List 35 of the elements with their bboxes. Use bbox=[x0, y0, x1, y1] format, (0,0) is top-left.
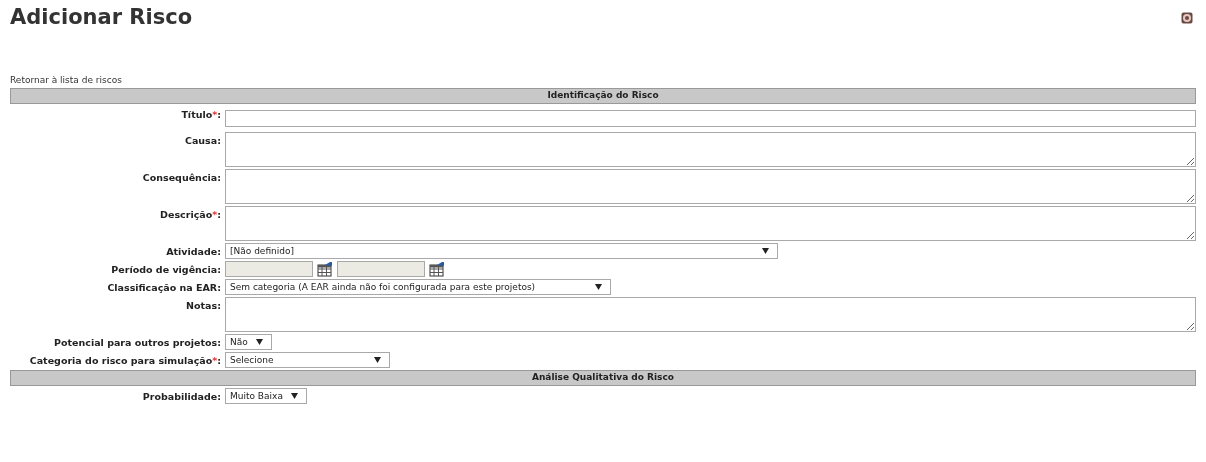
dropdown[interactable]: Muito Baixa bbox=[225, 388, 307, 404]
lifebuoy-icon[interactable] bbox=[1181, 12, 1193, 24]
field-label: Consequência: bbox=[142, 172, 221, 183]
dropdown[interactable]: Não bbox=[225, 334, 272, 350]
field-label: Atividade: bbox=[166, 246, 221, 257]
dropdown-arrow-icon bbox=[290, 393, 298, 399]
dropdown[interactable]: [Não definido] bbox=[225, 243, 778, 259]
text-area[interactable] bbox=[225, 297, 1196, 332]
calendar-icon[interactable] bbox=[317, 261, 333, 277]
text-field[interactable] bbox=[225, 109, 1196, 127]
field-label: Potencial para outros projetos: bbox=[54, 337, 221, 348]
field-label: Categoria do risco para simulação*: bbox=[29, 355, 221, 366]
dropdown-arrow-icon bbox=[374, 357, 381, 363]
field-label: Descrição*: bbox=[160, 209, 221, 220]
page-title: Adicionar Risco bbox=[10, 7, 193, 28]
dropdown-arrow-icon bbox=[255, 339, 263, 345]
field-label: Notas: bbox=[186, 300, 221, 311]
text-area[interactable] bbox=[225, 206, 1196, 241]
dropdown[interactable]: Sem categoria (A EAR ainda não foi configurada para este projetos) bbox=[225, 279, 611, 295]
date-field[interactable] bbox=[337, 261, 425, 277]
section-header: Análise Qualitativa do Risco bbox=[10, 370, 1196, 386]
field-label: Classificação na EAR: bbox=[107, 282, 221, 293]
field-label: Probabilidade: bbox=[142, 391, 221, 402]
date-field[interactable] bbox=[225, 261, 313, 277]
dropdown-arrow-icon bbox=[762, 248, 769, 254]
field-label: Causa: bbox=[184, 135, 221, 146]
text-area[interactable] bbox=[225, 132, 1196, 167]
back-link[interactable]: Retornar à lista de riscos bbox=[10, 75, 122, 85]
dropdown[interactable]: Selecione bbox=[225, 352, 390, 368]
text-area[interactable] bbox=[225, 169, 1196, 204]
field-label: Período de vigência: bbox=[111, 264, 221, 275]
section-header: Identificação do Risco bbox=[10, 88, 1196, 104]
calendar-icon[interactable] bbox=[429, 261, 445, 277]
field-label: Título*: bbox=[181, 109, 221, 120]
dropdown-arrow-icon bbox=[595, 284, 602, 290]
